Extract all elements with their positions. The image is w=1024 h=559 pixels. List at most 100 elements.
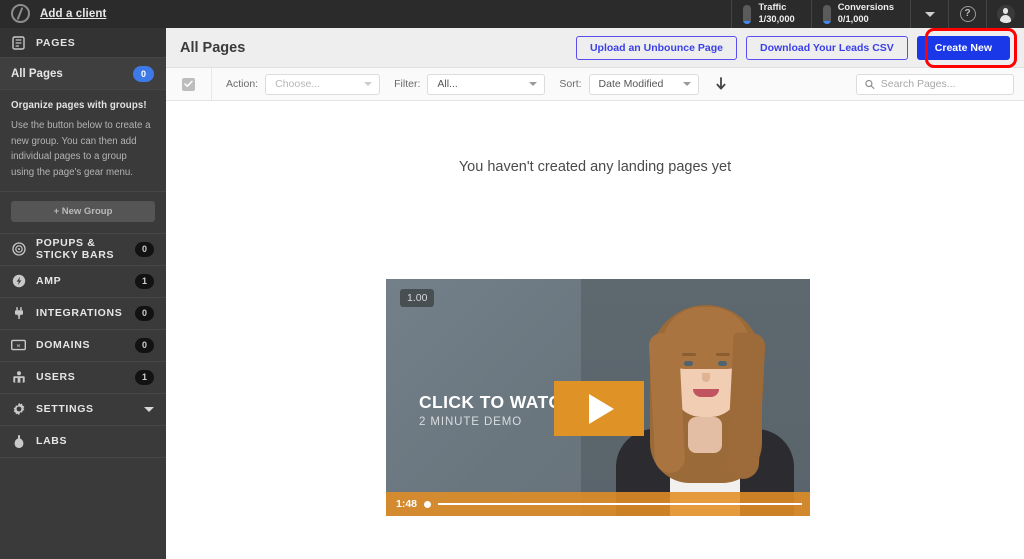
filter-select[interactable]: All... bbox=[427, 73, 546, 95]
video-duration-label: 1:48 bbox=[396, 498, 418, 510]
traffic-stat[interactable]: Traffic 1/30,000 bbox=[731, 0, 810, 28]
conversions-stat[interactable]: Conversions 0/1,000 bbox=[810, 0, 910, 28]
filter-label: Filter: bbox=[394, 78, 421, 90]
add-client-link[interactable]: Add a client bbox=[40, 8, 106, 20]
select-all-cell bbox=[166, 68, 212, 100]
select-all-checkbox[interactable] bbox=[182, 77, 195, 91]
filter-select-value: All... bbox=[437, 78, 458, 90]
help-button[interactable]: ? bbox=[948, 0, 986, 28]
conversions-value: 0/1,000 bbox=[837, 14, 869, 24]
traffic-gauge-icon bbox=[743, 4, 752, 24]
sidebar-item-domains-label: DOMAINS bbox=[36, 339, 91, 352]
bolt-icon bbox=[11, 274, 26, 288]
chevron-down-icon bbox=[924, 11, 935, 17]
unbounce-logo-icon[interactable] bbox=[0, 4, 40, 23]
create-new-button[interactable]: Create New bbox=[916, 35, 1010, 60]
sort-select-value: Date Modified bbox=[598, 78, 664, 90]
video-cta-line2: 2 MINUTE DEMO bbox=[419, 416, 523, 428]
chevron-down-icon bbox=[364, 82, 373, 86]
conversions-gauge-icon bbox=[822, 4, 831, 24]
sidebar-item-amp[interactable]: AMP 1 bbox=[0, 266, 166, 298]
sidebar-item-domains[interactable]: w DOMAINS 0 bbox=[0, 330, 166, 362]
sort-group: Sort: Date Modified bbox=[559, 73, 726, 95]
action-label: Action: bbox=[226, 78, 259, 90]
sidebar-section-pages-label: PAGES bbox=[36, 36, 76, 49]
sort-direction-button[interactable] bbox=[716, 77, 726, 91]
video-play-button[interactable] bbox=[554, 381, 644, 436]
amp-count-badge: 1 bbox=[135, 273, 154, 289]
empty-state-message: You haven't created any landing pages ye… bbox=[458, 159, 732, 175]
download-leads-csv-button[interactable]: Download Your Leads CSV bbox=[745, 35, 908, 60]
plug-icon bbox=[11, 306, 26, 320]
all-pages-count-badge: 0 bbox=[133, 65, 154, 82]
header-actions: Upload an Unbounce Page Download Your Le… bbox=[575, 27, 1017, 68]
sidebar-item-integrations-label: INTEGRATIONS bbox=[36, 307, 123, 320]
target-icon bbox=[11, 242, 26, 257]
settings-chevron-down-icon bbox=[144, 406, 154, 412]
sidebar-item-labs[interactable]: LABS bbox=[0, 426, 166, 458]
popups-count-badge: 0 bbox=[135, 241, 154, 257]
sidebar-section-pages[interactable]: PAGES bbox=[0, 28, 166, 58]
video-scrubber-handle[interactable] bbox=[424, 500, 432, 508]
users-count-badge: 1 bbox=[135, 369, 154, 385]
content-area: You haven't created any landing pages ye… bbox=[166, 101, 1024, 559]
sidebar-item-users[interactable]: USERS 1 bbox=[0, 362, 166, 394]
users-icon bbox=[11, 370, 26, 384]
chevron-down-icon bbox=[682, 82, 691, 86]
sidebar-item-all-pages[interactable]: All Pages 0 bbox=[0, 58, 166, 90]
filter-toolbar: Action: Choose... Filter: All... Sort: D… bbox=[166, 68, 1024, 101]
topbar: Traffic 1/30,000 Conversions 0/1,000 ? bbox=[166, 0, 1024, 28]
sidebar-item-all-pages-label: All Pages bbox=[11, 67, 63, 80]
filter-group: Filter: All... bbox=[394, 73, 546, 95]
main-area: Traffic 1/30,000 Conversions 0/1,000 ? A… bbox=[166, 0, 1024, 559]
page-title: All Pages bbox=[180, 39, 246, 56]
user-avatar-icon bbox=[996, 5, 1015, 23]
sidebar-header: Add a client bbox=[0, 0, 166, 28]
gear-icon bbox=[11, 402, 26, 416]
search-input[interactable] bbox=[880, 78, 1005, 90]
sidebar-item-popups-label: POPUPS & STICKY BARS bbox=[36, 237, 115, 262]
action-select-value: Choose... bbox=[275, 78, 321, 90]
svg-text:w: w bbox=[17, 344, 21, 350]
action-select[interactable]: Choose... bbox=[265, 73, 381, 95]
search-box[interactable] bbox=[856, 73, 1014, 95]
video-speed-badge[interactable]: 1.00 bbox=[400, 289, 435, 307]
domain-icon: w bbox=[11, 339, 26, 351]
video-progress-bar[interactable]: 1:48 bbox=[386, 492, 810, 516]
topbar-dropdown-button[interactable] bbox=[910, 0, 948, 28]
upload-unbounce-page-button[interactable]: Upload an Unbounce Page bbox=[575, 35, 737, 60]
action-group: Action: Choose... bbox=[226, 73, 381, 95]
sidebar-item-integrations[interactable]: INTEGRATIONS 0 bbox=[0, 298, 166, 330]
new-group-wrap: + New Group bbox=[0, 192, 166, 234]
search-icon bbox=[865, 79, 875, 89]
traffic-label: Traffic bbox=[758, 2, 787, 13]
account-menu-button[interactable] bbox=[986, 0, 1024, 28]
video-cta-text: CLICK TO WATCH 2 MINUTE DEMO bbox=[419, 392, 575, 428]
arrow-down-icon bbox=[716, 77, 726, 90]
question-mark-icon: ? bbox=[959, 6, 976, 22]
conversions-label: Conversions bbox=[837, 2, 894, 13]
flask-icon bbox=[11, 434, 26, 449]
groups-help-panel: Organize pages with groups! Use the butt… bbox=[0, 90, 166, 192]
sidebar: Add a client PAGES All Pages 0 Organize … bbox=[0, 0, 166, 559]
video-progress-track[interactable] bbox=[438, 503, 802, 505]
sort-label: Sort: bbox=[559, 78, 582, 90]
sidebar-item-amp-label: AMP bbox=[36, 275, 62, 288]
page-header: All Pages Upload an Unbounce Page Downlo… bbox=[166, 27, 1024, 68]
sidebar-item-settings[interactable]: SETTINGS bbox=[0, 394, 166, 426]
sidebar-item-settings-label: SETTINGS bbox=[36, 403, 94, 416]
sort-select[interactable]: Date Modified bbox=[588, 73, 699, 95]
groups-help-body: Use the button below to create a new gro… bbox=[11, 120, 151, 179]
groups-help-title: Organize pages with groups! bbox=[11, 100, 147, 111]
integrations-count-badge: 0 bbox=[135, 305, 154, 321]
chevron-down-icon bbox=[529, 82, 538, 86]
new-group-button[interactable]: + New Group bbox=[11, 200, 155, 222]
sidebar-item-users-label: USERS bbox=[36, 371, 76, 384]
video-cta-line1: CLICK TO WATCH bbox=[419, 392, 575, 412]
play-triangle-icon bbox=[589, 393, 614, 424]
pages-icon bbox=[11, 35, 26, 50]
unbounce-app: Add a client PAGES All Pages 0 Organize … bbox=[0, 0, 1024, 559]
sidebar-item-popups[interactable]: POPUPS & STICKY BARS 0 bbox=[0, 234, 166, 266]
domains-count-badge: 0 bbox=[135, 337, 154, 353]
demo-video-thumbnail[interactable]: 1.00 CLICK TO WATCH 2 MINUTE DEMO 1:48 bbox=[386, 279, 810, 516]
